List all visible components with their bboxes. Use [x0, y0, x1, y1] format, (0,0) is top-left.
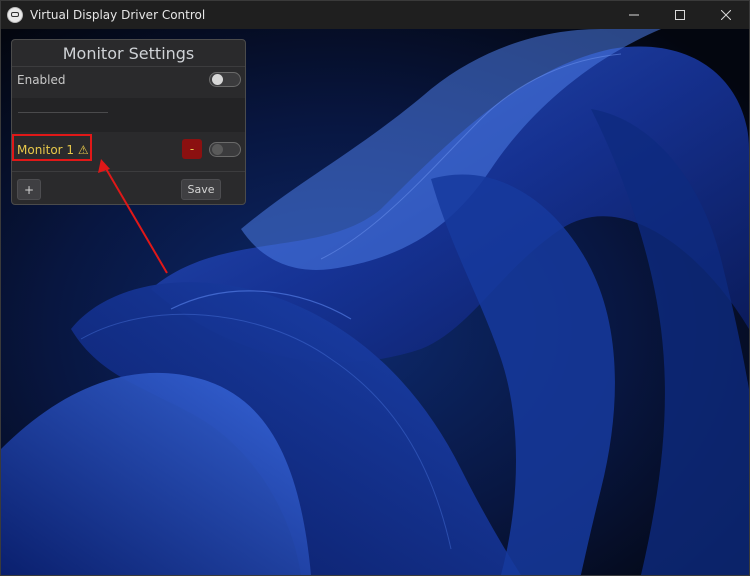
add-monitor-button[interactable]: +: [17, 179, 41, 200]
enabled-row: Enabled: [12, 67, 245, 95]
toggle-knob: [212, 74, 223, 85]
enabled-label: Enabled: [17, 73, 66, 87]
save-button[interactable]: Save: [181, 179, 221, 200]
app-window: Virtual Display Driver Control Monitor S…: [0, 0, 750, 576]
window-controls: [611, 1, 749, 29]
panel-title: Monitor Settings: [12, 40, 245, 67]
close-button[interactable]: [703, 1, 749, 29]
maximize-button[interactable]: [657, 1, 703, 29]
display-driver-icon: [7, 7, 23, 23]
minimize-icon: [629, 14, 639, 16]
remove-monitor-button[interactable]: -: [182, 139, 202, 159]
enabled-toggle[interactable]: [209, 72, 241, 87]
input-underline: [18, 112, 108, 113]
title-bar[interactable]: Virtual Display Driver Control: [1, 1, 749, 29]
panel-actions: + Save: [12, 171, 245, 204]
close-icon: [721, 10, 731, 20]
window-title: Virtual Display Driver Control: [30, 8, 206, 22]
minimize-button[interactable]: [611, 1, 657, 29]
toggle-knob: [212, 144, 223, 155]
monitor-1-toggle[interactable]: [209, 142, 241, 157]
annotation-highlight-box: [12, 134, 92, 161]
maximize-icon: [675, 10, 685, 20]
monitor-settings-panel: Monitor Settings Enabled Monitor 1 ⚠ - +…: [11, 39, 246, 205]
new-monitor-input[interactable]: [12, 98, 245, 132]
